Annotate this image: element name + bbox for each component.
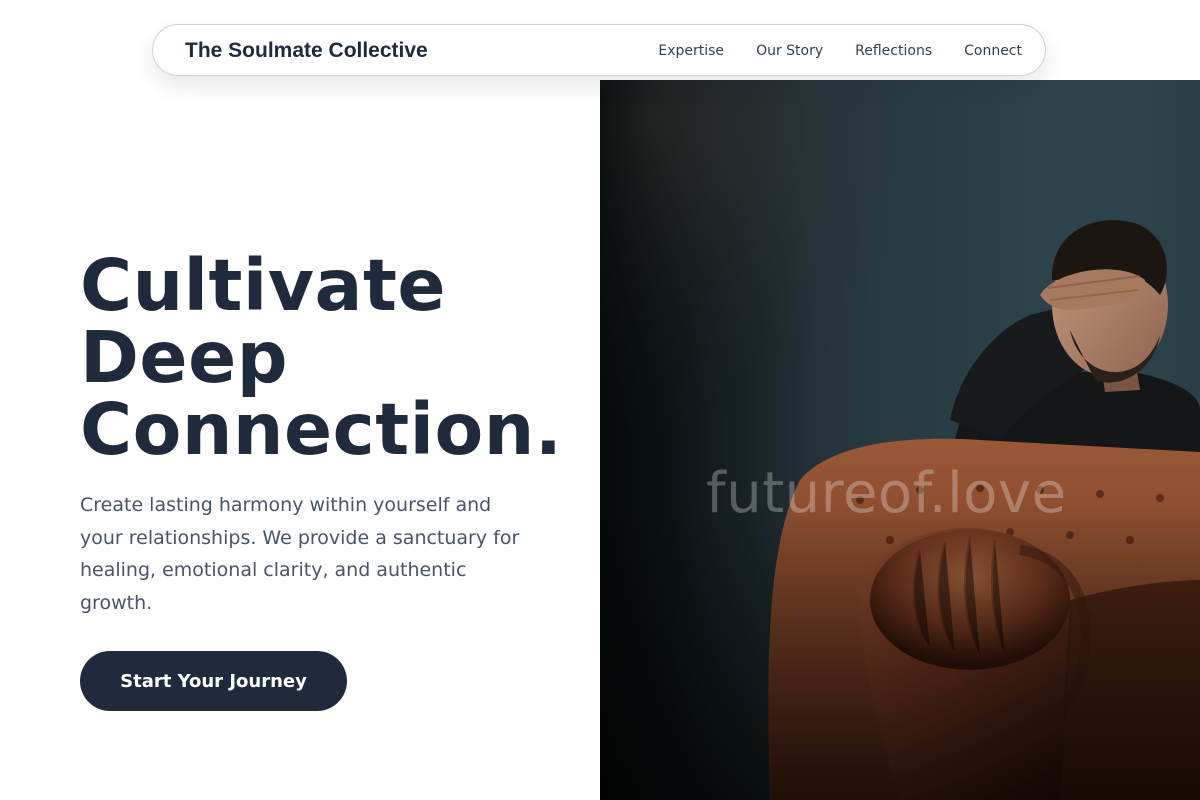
- landing-page: The Soulmate Collective Expertise Our St…: [0, 0, 1200, 800]
- hero-photo-illustration: [600, 80, 1200, 800]
- nav-link-connect[interactable]: Connect: [964, 43, 1022, 59]
- headline-line-1: Cultivate: [80, 244, 447, 327]
- brand-logo-text[interactable]: The Soulmate Collective: [185, 25, 428, 77]
- start-journey-button[interactable]: Start Your Journey: [80, 651, 347, 711]
- hero-photo: futureof.love: [600, 80, 1200, 800]
- hero-subtext: Create lasting harmony within yourself a…: [80, 494, 520, 614]
- nav-link-our-story[interactable]: Our Story: [756, 43, 823, 59]
- headline-line-2: Deep: [80, 316, 289, 399]
- nav-link-expertise[interactable]: Expertise: [658, 43, 724, 59]
- headline-line-3: Connection.: [80, 388, 563, 471]
- hero-headline: Cultivate Deep Connection.: [80, 250, 590, 466]
- nav-link-reflections[interactable]: Reflections: [855, 43, 932, 59]
- nav-links: Expertise Our Story Reflections Connect: [658, 25, 1022, 77]
- top-navigation: The Soulmate Collective Expertise Our St…: [152, 24, 1046, 76]
